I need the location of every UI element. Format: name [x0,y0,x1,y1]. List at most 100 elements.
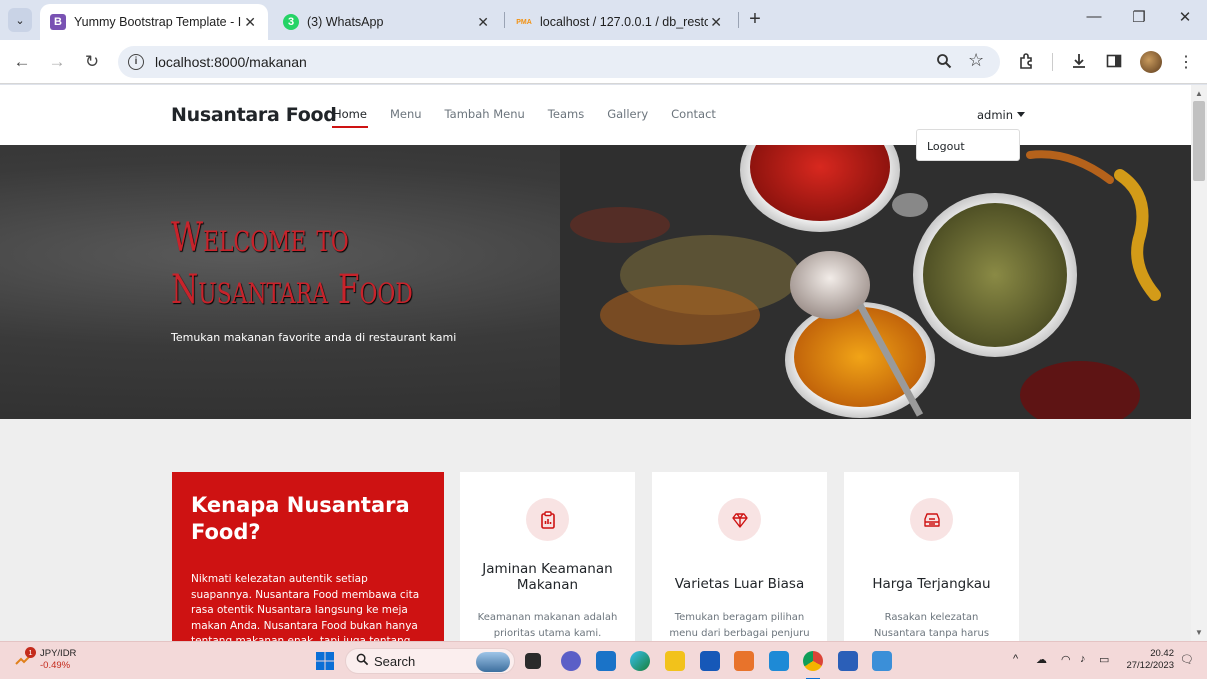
zoom-icon[interactable] [936,53,952,74]
nav-tambah-menu[interactable]: Tambah Menu [445,107,525,121]
gem-icon [718,498,761,541]
tab-phpmyadmin[interactable]: PMA localhost / 127.0.0.1 / db_restor ✕ [506,4,734,40]
restore-icon[interactable]: ❐ [1129,8,1149,26]
task-view-icon[interactable] [525,653,541,669]
file-explorer-icon[interactable] [665,651,685,671]
nav-gallery[interactable]: Gallery [607,107,648,121]
url-text[interactable]: localhost:8000/makanan [155,54,307,70]
feature-title: Jaminan Keamanan Makanan [482,561,613,593]
site-info-icon[interactable]: i [128,54,144,70]
notification-badge: 1 [25,647,36,658]
close-tab-icon[interactable]: ✕ [475,14,491,31]
feature-text: Rasakan kelezatan Nusantara tanpa harus … [873,612,990,639]
wifi-icon[interactable]: ◠ [1061,653,1071,666]
system-clock[interactable]: 20.42 27/12/2023 [1124,648,1174,672]
inboxes-icon [910,498,953,541]
logout-link[interactable]: Logout [927,140,965,153]
volume-icon[interactable]: ♪ [1080,653,1086,665]
close-tab-icon[interactable]: ✕ [708,14,724,31]
back-icon[interactable]: ← [11,51,33,73]
hero-title: Welcome to Nusantara Food [171,212,413,316]
why-us-heading: Kenapa Nusantara Food? [191,493,410,544]
reload-icon[interactable]: ↻ [81,51,103,73]
side-panel-icon[interactable] [1104,52,1124,75]
word-icon[interactable] [838,651,858,671]
windows-taskbar: 1 JPY/IDR -0.49% Search ^ ☁ ◠ ♪ ▭ 20.42 … [0,641,1207,679]
close-window-icon[interactable]: ✕ [1175,8,1195,26]
spices-hero-image [560,145,1191,419]
mail-icon[interactable] [596,651,616,671]
nav-menu[interactable]: Menu [390,107,422,121]
vscode-icon[interactable] [769,651,789,671]
tab-title: (3) WhatsApp [307,15,384,29]
address-bar[interactable]: i localhost:8000/makanan ☆ [118,46,1000,78]
extensions-icon[interactable] [1017,52,1037,75]
user-name: admin [977,108,1014,122]
whatsapp-favicon-icon: 3 [283,14,299,30]
main-nav: Home Menu Tambah Menu Teams Gallery Cont… [332,107,739,128]
new-tab-icon[interactable]: + [744,8,766,30]
scrollbar-thumb[interactable] [1193,101,1205,181]
tab-divider [738,12,739,28]
nav-teams[interactable]: Teams [548,107,584,121]
stock-ticker[interactable]: JPY/IDR -0.49% [40,648,76,672]
paint-icon[interactable] [872,651,892,671]
ticker-name: JPY/IDR [40,648,77,659]
search-highlight-icon [476,652,510,672]
more-menu-icon[interactable]: ⋮ [1176,52,1196,72]
chrome-icon[interactable] [803,651,823,671]
bookmark-star-icon[interactable]: ☆ [968,50,984,71]
download-icon[interactable] [1069,52,1089,75]
cloud-icon[interactable]: ☁ [1036,653,1047,666]
bootstrap-favicon-icon: B [50,14,66,30]
scroll-up-icon[interactable]: ▲ [1195,89,1203,98]
caret-down-icon [1017,112,1026,117]
scroll-down-icon[interactable]: ▼ [1195,628,1203,637]
why-us-text: Nikmati kelezatan autentik setiap suapan… [191,573,420,641]
feature-text: Keamanan makanan adalah prioritas utama … [477,612,618,639]
user-dropdown-menu: Logout [916,129,1020,161]
search-icon [356,653,369,669]
hero-title-line2: Nusantara Food [171,267,413,313]
chevron-up-icon[interactable]: ^ [1013,653,1018,665]
nav-contact[interactable]: Contact [671,107,716,121]
tab-search-button[interactable]: ⌄ [8,8,32,32]
xampp-icon[interactable] [734,651,754,671]
toolbar-divider [1052,53,1053,71]
tab-whatsapp[interactable]: 3 (3) WhatsApp ✕ [273,4,501,40]
profile-avatar[interactable] [1140,51,1162,73]
teams-chat-icon[interactable] [561,651,581,671]
launcher-app-icon[interactable] [700,651,720,671]
site-logo[interactable]: Nusantara Food [171,104,337,126]
tab-title: localhost / 127.0.0.1 / db_restor [540,15,709,29]
tab-yummy[interactable]: B Yummy Bootstrap Template - In ✕ [40,4,268,40]
phpmyadmin-favicon-icon: PMA [516,18,532,26]
feature-card-food-safety: Jaminan Keamanan Makanan Keamanan makana… [460,472,635,641]
feature-card-price: Harga Terjangkau Rasakan kelezatan Nusan… [844,472,1019,641]
minimize-icon[interactable]: — [1084,8,1104,25]
notifications-icon[interactable]: 🗨 [1180,653,1194,666]
page-scrollbar[interactable]: ▲ ▼ [1191,85,1207,641]
battery-icon[interactable]: ▭ [1099,653,1109,666]
nav-home[interactable]: Home [332,107,368,128]
browser-tabstrip: ⌄ B Yummy Bootstrap Template - In ✕ 3 (3… [0,0,1207,40]
stock-widget-icon[interactable]: 1 [14,647,36,670]
windows-start-icon[interactable] [315,651,335,671]
clock-time: 20.42 [1150,648,1174,659]
hero-section: Welcome to Nusantara Food Temukan makana… [0,145,1191,419]
forward-icon[interactable]: → [46,51,68,73]
clock-date: 27/12/2023 [1126,660,1174,671]
hero-subtitle: Temukan makanan favorite anda di restaur… [171,331,457,344]
tab-divider [504,12,505,28]
close-tab-icon[interactable]: ✕ [242,14,258,31]
edge-browser-icon[interactable] [630,651,650,671]
clipboard-data-icon [526,498,569,541]
taskbar-search[interactable]: Search [345,648,515,674]
feature-text: Temukan beragam pilihan menu dari berbag… [669,612,810,639]
browser-toolbar: ← → ↻ i localhost:8000/makanan ☆ ⋮ [0,40,1207,84]
why-us-box: Kenapa Nusantara Food? Nikmati kelezatan… [172,472,444,641]
user-menu-toggle[interactable]: admin [977,108,1026,122]
why-us-section: Kenapa Nusantara Food? Nikmati kelezatan… [0,419,1191,641]
feature-card-variety: Varietas Luar Biasa Temukan beragam pili… [652,472,827,641]
feature-title: Harga Terjangkau [872,576,991,592]
